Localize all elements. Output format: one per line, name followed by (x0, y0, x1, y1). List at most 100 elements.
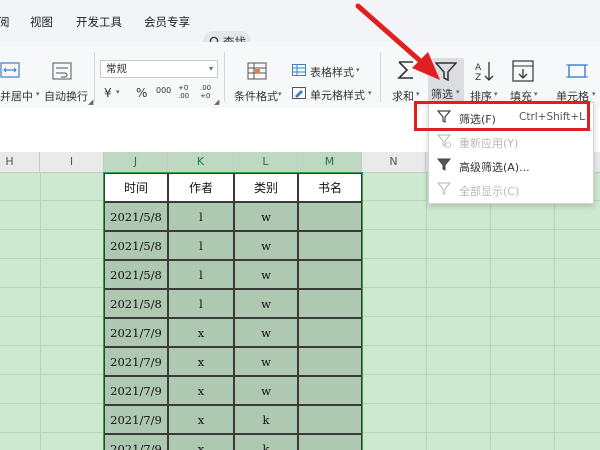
merge-dropdown-icon[interactable]: ▾ (36, 90, 40, 98)
table-cell-author[interactable]: x (168, 405, 234, 434)
table-header-author[interactable]: 作者 (168, 173, 234, 202)
merge-center-label[interactable]: 并居中 (0, 88, 33, 104)
column-header-k[interactable]: K (168, 152, 234, 172)
table-cell-book-name[interactable] (298, 347, 362, 376)
menu-item-label: 重新应用(Y) (459, 137, 519, 150)
table-cell-category[interactable]: w (234, 347, 298, 376)
fill-dropdown-icon[interactable]: ▾ (534, 90, 538, 98)
table-cell-category[interactable]: k (234, 434, 298, 450)
sort-icon[interactable]: AZ (474, 60, 496, 82)
menu-item-reapply[interactable]: 重新应用(Y) (429, 131, 593, 153)
table-cell-book-name[interactable] (298, 434, 362, 450)
column-header-n[interactable]: N (362, 152, 426, 172)
column-header-m[interactable]: M (298, 152, 362, 172)
table-cell-book-name[interactable] (298, 405, 362, 434)
menu-view[interactable]: 视图 (30, 14, 53, 30)
cell-icon[interactable] (566, 62, 588, 80)
table-cell-time[interactable]: 2021/5/8 (104, 289, 168, 318)
table-cell-category[interactable]: w (234, 231, 298, 260)
menu-review[interactable]: 阅 (0, 14, 10, 30)
table-cell-time[interactable]: 2021/7/9 (104, 347, 168, 376)
column-header-j[interactable]: J (104, 152, 168, 172)
menu-bar: 阅 视图 开发工具 会员专享 (0, 0, 600, 53)
wrap-text-icon[interactable] (52, 62, 72, 80)
grid-line (426, 172, 427, 450)
cell-dropdown-icon[interactable]: ▾ (592, 90, 596, 98)
separator (224, 52, 225, 102)
separator (94, 52, 95, 102)
table-cell-time[interactable]: 2021/7/9 (104, 434, 168, 450)
percent-button[interactable]: % (136, 86, 147, 100)
sum-label[interactable]: 求和 (392, 88, 414, 104)
menu-item-show-all[interactable]: 全部显示(C) (429, 179, 593, 201)
menu-member[interactable]: 会员专享 (144, 14, 190, 30)
cell-style-icon[interactable] (292, 87, 306, 99)
menu-item-label: 全部显示(C) (459, 185, 520, 198)
reapply-filter-icon (437, 134, 451, 148)
merge-center-icon[interactable] (0, 62, 20, 78)
table-cell-author[interactable]: x (168, 347, 234, 376)
column-header-l[interactable]: L (234, 152, 298, 172)
currency-button[interactable]: ¥ (104, 86, 112, 100)
conditional-format-label[interactable]: 条件格式 (234, 88, 278, 104)
thousands-button[interactable]: 000 (156, 86, 171, 95)
align-launcher-icon[interactable]: ◢ (88, 98, 93, 106)
conditional-format-icon[interactable] (247, 62, 267, 80)
table-cell-category[interactable]: w (234, 202, 298, 231)
table-cell-book-name[interactable] (298, 289, 362, 318)
table-cell-book-name[interactable] (298, 318, 362, 347)
table-header-time[interactable]: 时间 (104, 173, 168, 202)
table-cell-author[interactable]: l (168, 202, 234, 231)
svg-text:A: A (475, 63, 482, 73)
table-cell-author[interactable]: x (168, 318, 234, 347)
table-cell-category[interactable]: w (234, 376, 298, 405)
column-header-h[interactable]: H (0, 152, 40, 172)
table-cell-author[interactable]: x (168, 376, 234, 405)
table-cell-time[interactable]: 2021/7/9 (104, 318, 168, 347)
filter-dropdown-icon: ▾ (456, 88, 460, 96)
show-all-icon (437, 182, 451, 195)
table-cell-time[interactable]: 2021/7/9 (104, 405, 168, 434)
table-cell-time[interactable]: 2021/5/8 (104, 202, 168, 231)
conditional-format-dropdown-icon[interactable]: ▾ (278, 90, 282, 98)
menu-developer[interactable]: 开发工具 (76, 14, 122, 30)
number-format-value: 常规 (106, 63, 127, 75)
table-cell-time[interactable]: 2021/5/8 (104, 260, 168, 289)
decimal-increase-button[interactable]: +0 .00 (178, 84, 196, 100)
column-header-i[interactable]: I (40, 152, 104, 172)
chevron-down-icon: ▾ (208, 64, 213, 73)
currency-dropdown-icon[interactable]: ▾ (116, 88, 120, 96)
number-format-select[interactable]: 常规 ▾ (100, 60, 218, 78)
table-cell-book-name[interactable] (298, 231, 362, 260)
sum-dropdown-icon[interactable]: ▾ (416, 90, 420, 98)
table-header-book-name[interactable]: 书名 (298, 173, 362, 202)
table-cell-author[interactable]: l (168, 231, 234, 260)
table-cell-author[interactable]: x (168, 434, 234, 450)
table-cell-book-name[interactable] (298, 376, 362, 405)
table-cell-book-name[interactable] (298, 202, 362, 231)
table-cell-book-name[interactable] (298, 260, 362, 289)
highlight-box (414, 101, 590, 131)
table-cell-author[interactable]: l (168, 260, 234, 289)
arrow-annotation-icon (355, 3, 440, 80)
grid-line (40, 172, 41, 450)
table-header-category[interactable]: 类别 (234, 173, 298, 202)
advanced-filter-icon (437, 158, 451, 171)
wrap-text-label[interactable]: 自动换行 (44, 88, 88, 104)
number-launcher-icon[interactable]: ◢ (214, 98, 219, 106)
table-cell-category[interactable]: w (234, 318, 298, 347)
table-cell-category[interactable]: w (234, 289, 298, 318)
fill-icon[interactable] (512, 60, 534, 82)
grid-line (490, 172, 491, 450)
table-cell-time[interactable]: 2021/5/8 (104, 231, 168, 260)
cell-style-dropdown-icon[interactable]: ▾ (368, 89, 372, 97)
table-style-icon[interactable] (292, 64, 306, 76)
sort-dropdown-icon[interactable]: ▾ (494, 90, 498, 98)
table-cell-category[interactable]: w (234, 260, 298, 289)
table-cell-category[interactable]: k (234, 405, 298, 434)
grid-line (554, 172, 555, 450)
table-cell-author[interactable]: l (168, 289, 234, 318)
svg-text:Z: Z (475, 73, 481, 82)
table-cell-time[interactable]: 2021/7/9 (104, 376, 168, 405)
menu-item-advanced-filter[interactable]: 高级筛选(A)... (429, 155, 593, 177)
